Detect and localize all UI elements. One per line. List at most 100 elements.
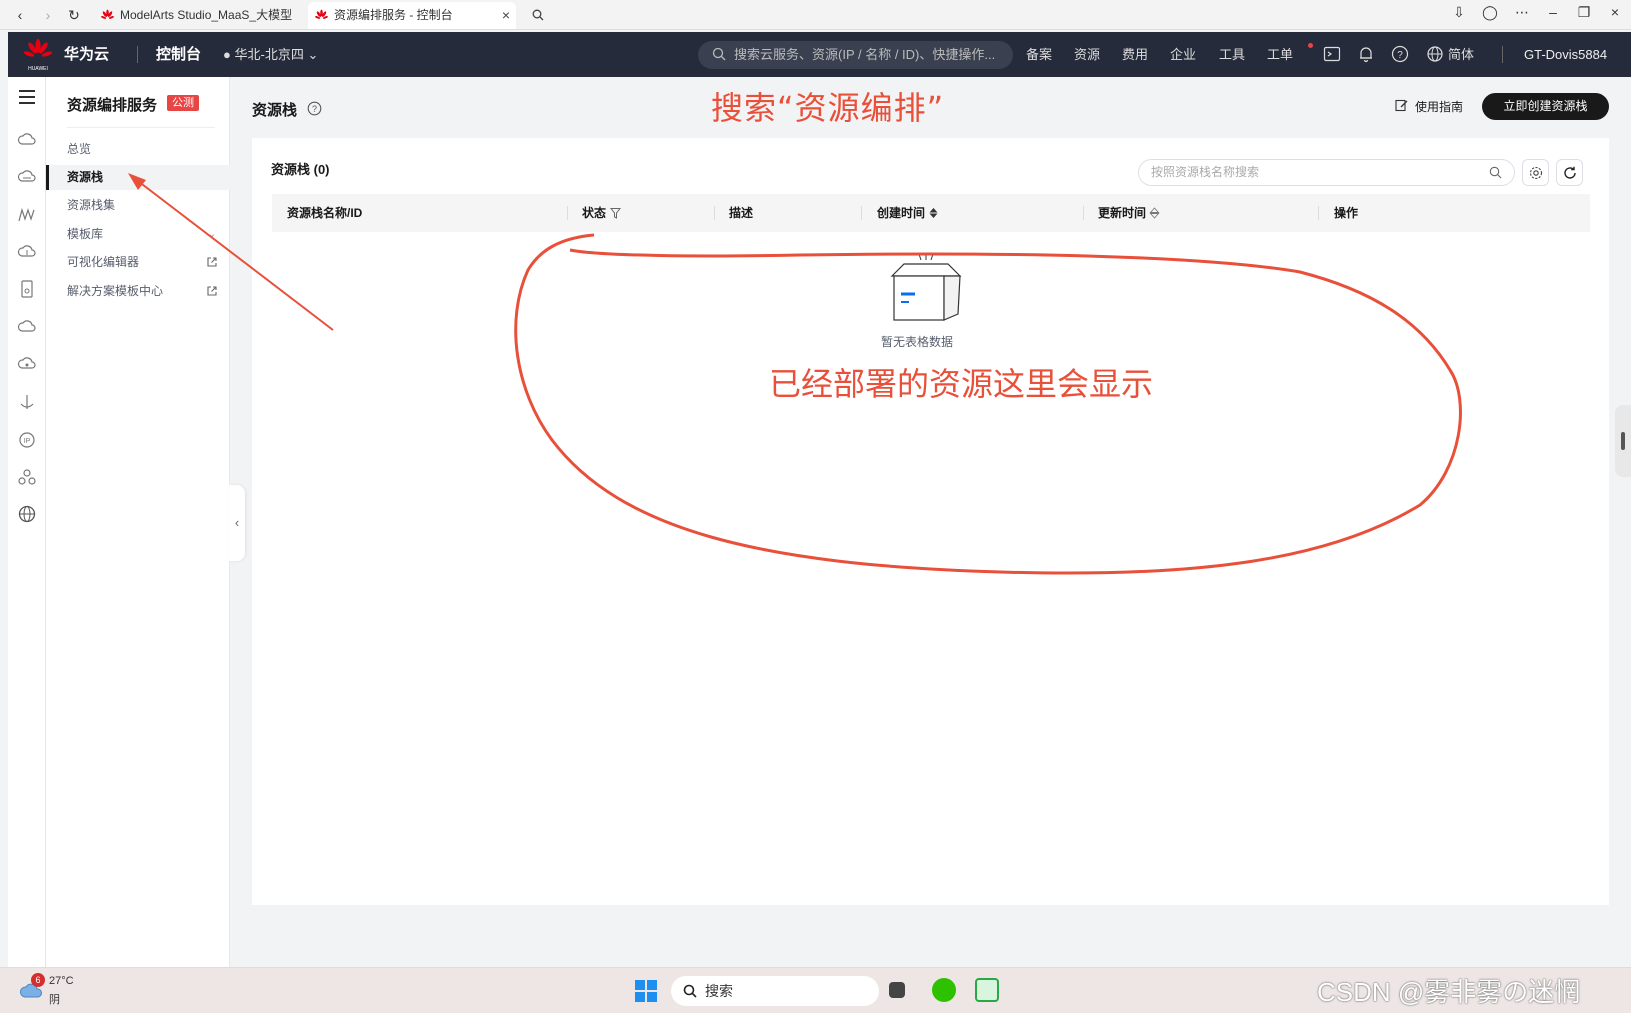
nav-link-enterprise[interactable]: 企业 [1170,32,1196,77]
sidebar-collapse-handle[interactable]: ‹ [229,485,245,561]
tab-label: ModelArts Studio_MaaS_大模型 [120,8,293,22]
stack-search-input[interactable]: 按照资源栈名称搜索 [1138,159,1515,186]
column-header-name[interactable]: 资源栈名称/ID [287,194,362,232]
search-icon[interactable] [1489,166,1502,179]
column-header-created[interactable]: 创建时间 [877,194,938,232]
sidebar-item-overview[interactable]: 总览 [46,137,230,162]
sidebar-item-stack-sets[interactable]: 资源栈集 [46,193,230,218]
cloud-icon[interactable] [17,317,37,337]
column-header-status[interactable]: 状态 [582,194,621,232]
language-selector[interactable]: 简体 [1448,32,1474,77]
sidebar-item-label: 可视化编辑器 [67,255,140,269]
more-icon[interactable]: ⋯ [1510,4,1534,21]
search-tabs-icon[interactable] [528,5,548,25]
location-pin-icon: ● [223,47,231,62]
sidebar-item-template-library[interactable]: 模板库 ⌄ [46,222,230,247]
weather-condition: 阴 [49,994,60,1006]
help-icon[interactable]: ? [1391,45,1409,63]
huawei-logo-icon[interactable]: HUAWEI [22,38,54,72]
column-header-updated[interactable]: 更新时间 [1098,194,1160,232]
cloud-server-icon[interactable] [17,130,37,150]
refresh-button[interactable] [1556,159,1583,186]
temperature: 27°C [49,975,74,987]
cloud-storage-icon[interactable] [17,167,37,187]
network-globe-icon[interactable] [17,504,37,524]
user-menu[interactable]: GT-Dovis5884 [1524,32,1607,77]
sidebar-item-label: 模板库 [67,227,104,241]
nav-divider [1502,46,1503,63]
bell-icon[interactable] [1357,45,1375,63]
global-search-placeholder: 搜索云服务、资源(IP / 名称 / ID)、快捷操作... [734,47,996,62]
ip-icon[interactable]: IP [17,430,37,450]
restore-icon[interactable]: ❐ [1572,4,1596,21]
sort-icon[interactable] [928,207,939,219]
window-close-icon[interactable]: × [1603,4,1627,20]
column-label: 更新时间 [1098,206,1147,220]
sidebar-item-solution-templates[interactable]: 解决方案模板中心 [46,279,230,304]
brand-name[interactable]: 华为云 [64,32,109,77]
side-drawer-handle[interactable] [1615,405,1631,477]
huawei-logo-icon [101,9,114,19]
back-icon[interactable]: ‹ [10,5,30,25]
forward-icon[interactable]: › [38,5,58,25]
remote-desktop-icon[interactable] [975,978,999,1002]
column-header-actions: 操作 [1334,206,1359,220]
guide-edit-icon [1395,99,1408,112]
sidebar-item-visual-editor[interactable]: 可视化编辑器 [46,250,230,275]
browser-tab-modelarts[interactable]: ModelArts Studio_MaaS_大模型 [94,2,304,29]
help-icon[interactable]: ? [307,101,322,116]
close-icon[interactable]: × [502,2,510,29]
language-globe-icon[interactable] [1426,45,1444,63]
empty-state-text: 暂无表格数据 [881,335,954,349]
nav-link-beian[interactable]: 备案 [1026,32,1052,77]
table-settings-button[interactable] [1522,159,1549,186]
anchor-icon[interactable] [17,392,37,412]
create-stack-button[interactable]: 立即创建资源栈 [1482,93,1609,120]
browser-tab-ros[interactable]: 资源编排服务 - 控制台 × [308,2,516,29]
document-icon[interactable] [17,279,37,299]
search-icon [712,47,726,61]
column-divider [567,206,568,220]
chevron-down-icon: ⌄ [207,229,216,240]
filter-icon[interactable] [610,207,621,219]
globe-icon[interactable]: ◯ [1478,4,1502,21]
column-divider [1318,206,1319,220]
tab-label: 资源编排服务 - 控制台 [334,8,453,22]
cloud-upload-icon[interactable] [17,242,37,262]
top-nav: HUAWEI 华为云 控制台 ● 华北-北京四 ⌄ 搜索云服务、资源(IP / … [8,32,1631,77]
service-title: 资源编排服务 [67,97,158,114]
nav-link-billing[interactable]: 费用 [1122,32,1148,77]
global-search-input[interactable]: 搜索云服务、资源(IP / 名称 / ID)、快捷操作... [698,41,1013,69]
column-divider [861,206,862,220]
download-icon[interactable]: ⇩ [1447,4,1471,21]
column-header-description[interactable]: 描述 [729,194,753,232]
region-selector[interactable]: ● 华北-北京四 ⌄ [223,32,318,77]
nav-link-tools[interactable]: 工具 [1219,32,1245,77]
task-view-icon[interactable] [889,982,905,998]
minimize-icon[interactable]: – [1541,4,1565,20]
column-label: 状态 [582,206,607,220]
nav-link-resources[interactable]: 资源 [1074,32,1100,77]
terminal-icon[interactable] [1323,45,1341,63]
reload-icon[interactable]: ↻ [64,5,84,25]
cluster-icon[interactable] [17,467,37,487]
model-arts-icon[interactable] [17,205,37,225]
console-link[interactable]: 控制台 [156,32,201,77]
stacks-card: 资源栈 (0) 按照资源栈名称搜索 资源栈名称/ID 状态 描述 创建时间 更新… [252,138,1609,905]
user-guide-link[interactable]: 使用指南 [1395,98,1463,115]
nav-link-tickets[interactable]: 工单 [1267,32,1293,77]
taskbar-search[interactable]: 搜索 [671,976,879,1006]
hamburger-menu-icon[interactable] [17,87,37,107]
wechat-icon[interactable] [932,978,956,1002]
sort-icon[interactable] [1149,207,1160,219]
page-title: 资源栈 [252,102,298,119]
csdn-watermark: CSDN @雾非雾の迷惘 [1317,977,1581,1007]
sidebar-item-label: 资源栈集 [67,198,116,212]
browser-bar: ‹ › ↻ ModelArts Studio_MaaS_大模型 资源编排服务 -… [0,0,1631,30]
svg-text:HUAWEI: HUAWEI [28,66,48,72]
cloud-sync-icon[interactable] [17,354,37,374]
windows-start-icon[interactable] [635,980,657,1002]
beta-badge: 公测 [167,95,199,111]
chevron-down-icon: ⌄ [307,47,319,62]
sidebar-item-stacks[interactable]: 资源栈 [46,165,230,190]
